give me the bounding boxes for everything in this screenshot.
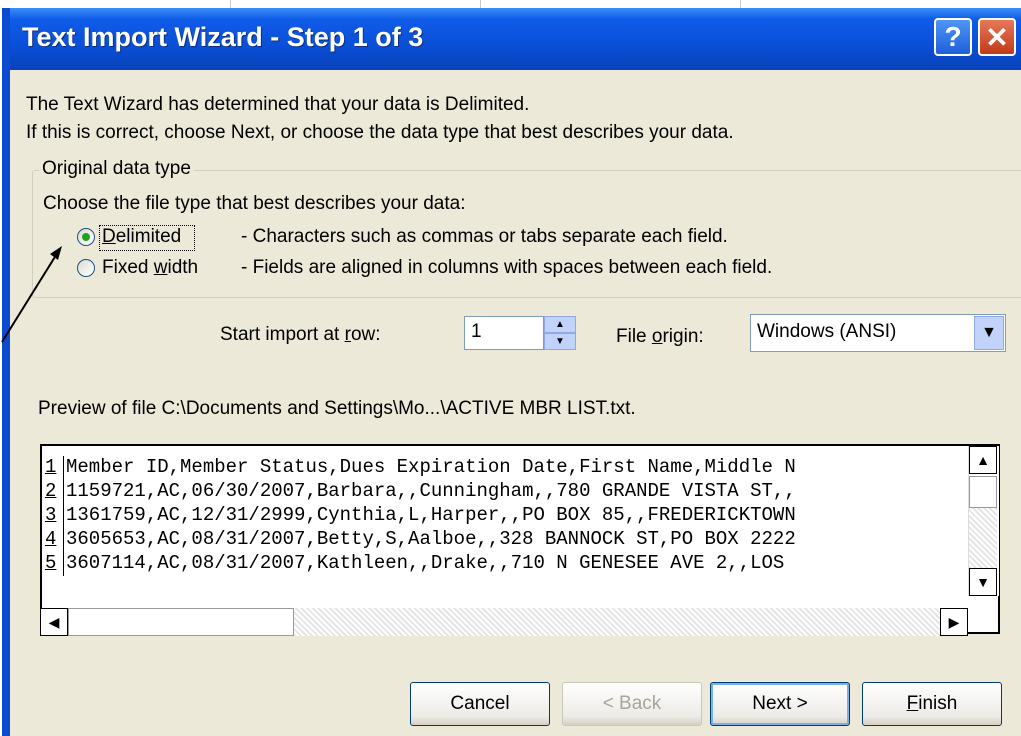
- spreadsheet-background: [0, 0, 1021, 8]
- scroll-right-icon[interactable]: ▶: [940, 608, 968, 636]
- title-bar[interactable]: Text Import Wizard - Step 1 of 3 ? ✕: [10, 8, 1021, 70]
- scroll-left-icon[interactable]: ◀: [40, 608, 68, 636]
- help-icon: ?: [944, 21, 962, 52]
- radio-selected-dot: [82, 233, 90, 241]
- close-icon: ✕: [985, 21, 1009, 53]
- window-title: Text Import Wizard - Step 1 of 3: [22, 22, 424, 52]
- start-row-input[interactable]: 1: [464, 316, 544, 350]
- next-button[interactable]: Next >: [710, 682, 850, 726]
- delimited-description: - Characters such as commas or tabs sepa…: [241, 226, 728, 247]
- fixed-width-description: - Fields are aligned in columns with spa…: [241, 257, 773, 278]
- back-button[interactable]: < Back: [562, 682, 702, 726]
- file-origin-select[interactable]: Windows (ANSI) ▼: [750, 314, 1006, 352]
- scroll-up-icon[interactable]: ▲: [969, 446, 997, 474]
- fixed-width-label[interactable]: Fixed width: [102, 257, 198, 279]
- cancel-button[interactable]: Cancel: [410, 682, 550, 726]
- preview-pane[interactable]: 1 Member ID,Member Status,Dues Expiration…: [40, 444, 1000, 634]
- spin-up-icon[interactable]: ▲: [544, 316, 576, 333]
- file-type-prompt: Choose the file type that best describes…: [43, 193, 466, 214]
- file-origin-label: File origin:: [616, 326, 704, 347]
- annotation-arrow-icon: [1, 246, 62, 343]
- vertical-scroll-thumb[interactable]: [969, 476, 997, 508]
- spin-down-icon[interactable]: ▼: [544, 333, 576, 350]
- group-legend: Original data type: [39, 158, 194, 180]
- start-row-label: Start import at row:: [220, 324, 381, 345]
- intro-line-1: The Text Wizard has determined that your…: [26, 94, 530, 115]
- intro-line-2: If this is correct, choose Next, or choo…: [26, 122, 734, 143]
- start-row-spinner[interactable]: ▲ ▼: [544, 316, 576, 350]
- vertical-scroll-track[interactable]: [969, 508, 997, 568]
- original-data-type-group: Original data type Choose the file type …: [32, 158, 1021, 298]
- delimited-label[interactable]: Delimited: [102, 226, 181, 248]
- preview-caption: Preview of file C:\Documents and Setting…: [38, 398, 636, 419]
- scroll-down-icon[interactable]: ▼: [969, 568, 997, 596]
- window-border: [0, 8, 10, 736]
- horizontal-scrollbar[interactable]: ◀ ▶: [40, 608, 968, 636]
- finish-button[interactable]: Finish: [862, 682, 1002, 726]
- close-button[interactable]: ✕: [978, 18, 1016, 56]
- horizontal-scroll-track[interactable]: [294, 608, 940, 636]
- horizontal-scroll-thumb[interactable]: [68, 608, 294, 636]
- dialog-body: The Text Wizard has determined that your…: [10, 70, 1021, 736]
- file-origin-value: Windows (ANSI): [757, 321, 897, 342]
- vertical-scrollbar[interactable]: ▲ ▼: [968, 446, 999, 596]
- help-button[interactable]: ?: [934, 18, 972, 56]
- chevron-down-icon[interactable]: ▼: [974, 316, 1004, 350]
